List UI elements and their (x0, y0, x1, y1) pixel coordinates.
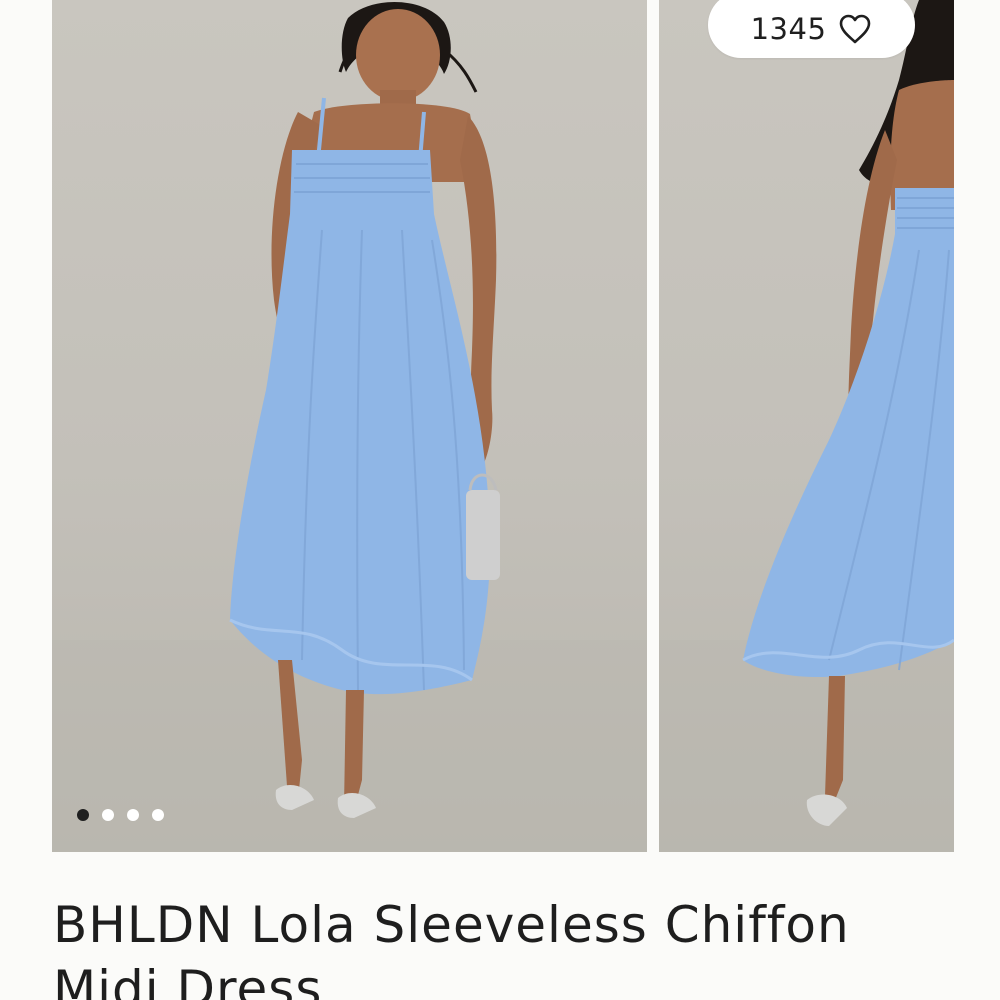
product-photo-back (659, 0, 954, 852)
product-title: BHLDN Lola Sleeveless Chiffon Midi Dress (53, 896, 850, 1000)
carousel-dot-4[interactable] (152, 809, 164, 821)
carousel-dot-1[interactable] (77, 809, 89, 821)
carousel-dot-2[interactable] (102, 809, 114, 821)
like-count: 1345 (750, 12, 827, 46)
product-image-carousel[interactable] (0, 0, 1000, 852)
heart-outline-icon (838, 6, 872, 44)
carousel-pagination (77, 809, 164, 821)
product-image-back[interactable] (659, 0, 954, 852)
like-button[interactable]: 1345 (708, 0, 915, 58)
product-page: 1345 BHLDN Lola Sleeveless Chiffon Midi … (0, 0, 1000, 1000)
carousel-dot-3[interactable] (127, 809, 139, 821)
product-photo-front (52, 1, 647, 852)
product-image-front[interactable] (52, 0, 647, 852)
